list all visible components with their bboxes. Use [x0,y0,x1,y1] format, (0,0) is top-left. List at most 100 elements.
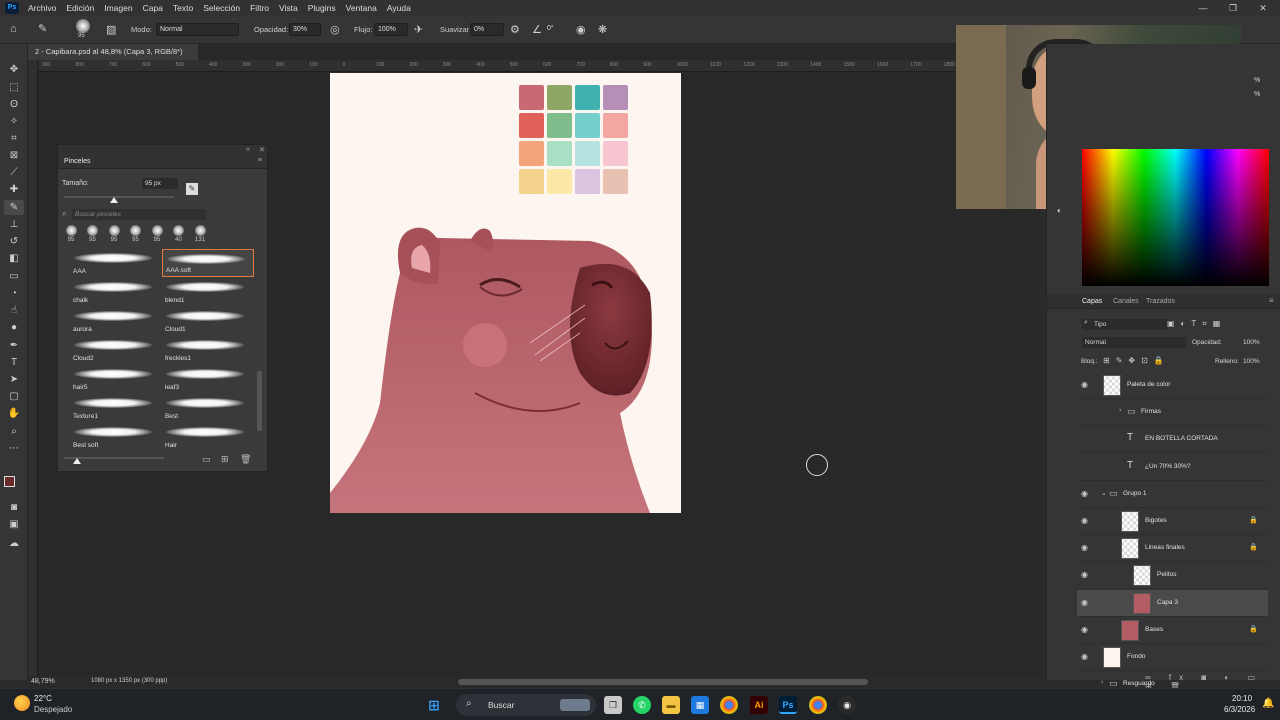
delete-brush-trash-icon[interactable]: 🗑 [240,454,251,465]
collapse-icon[interactable]: « [246,146,250,153]
minimize-icon[interactable]: — [1190,0,1216,16]
brush-preset[interactable]: AAA soft [162,249,254,277]
home-icon[interactable]: ⌂ [10,23,17,35]
layer-name[interactable]: Lineas finales [1145,544,1185,551]
dodge-tool-icon[interactable]: ● [4,320,24,335]
foreground-color-swatch[interactable] [4,476,15,487]
angle-field[interactable]: 0° [544,23,568,36]
symmetry-icon[interactable]: ❋ [598,23,607,36]
brush-edit-icon[interactable]: ✎ [186,183,198,195]
obs-icon[interactable]: ◉ [838,696,856,714]
weather-desc[interactable]: Despejado [34,705,72,714]
document-dimensions[interactable]: 1080 px x 1350 px (300 ppp) [91,678,167,684]
tab-trazados[interactable]: Trazados [1146,298,1175,305]
close-icon[interactable]: ✕ [1250,0,1276,16]
panel-close-icon[interactable]: ✕ [259,146,265,154]
opacity-field[interactable]: 30% [289,23,321,36]
taskbar-search[interactable]: ⌕ Buscar [456,694,596,716]
new-brush-icon[interactable]: ⊞ [221,454,229,465]
layer-row[interactable]: › ▭ Firmas [1077,399,1268,427]
pressure-opacity-icon[interactable]: ◎ [330,23,340,36]
chrome-profile-icon[interactable] [809,696,827,714]
brushes-panel-title[interactable]: Pinceles [64,158,90,165]
tab-canales[interactable]: Canales [1113,298,1139,305]
eye-icon[interactable]: ◉ [1081,652,1088,661]
store-icon[interactable]: ▦ [691,696,709,714]
layer-name[interactable]: Bases [1145,626,1163,633]
brush-preview-icon[interactable] [76,19,90,33]
brush-preset[interactable]: hair5 [70,365,162,393]
file-explorer-icon[interactable]: ▬ [662,696,680,714]
layer-row[interactable]: ◉ Pelitos [1077,562,1268,590]
brush-tool-icon[interactable]: ✎ [38,22,47,35]
task-view-icon[interactable]: ❐ [604,696,622,714]
windows-start-icon[interactable]: ⊞ [425,696,443,714]
recent-brush-tip[interactable]: 95 [105,225,123,243]
expand-chevron-icon[interactable]: › [1119,407,1121,414]
eye-icon[interactable]: ◉ [1081,625,1088,634]
layer-row[interactable]: ◉ Lineas finales 🔒 [1077,535,1268,563]
horizontal-scrollbar[interactable] [458,679,868,685]
eye-icon[interactable]: ◉ [1081,598,1088,607]
layer-name[interactable]: Pelitos [1157,571,1177,578]
layer-name[interactable]: EN BOTELLA CORTADA [1145,435,1218,442]
eyedropper-tool-icon[interactable]: ⟋ [4,165,24,180]
brush-preset[interactable]: leaf3 [162,365,254,393]
eraser-tool-icon[interactable]: ◧ [4,251,24,266]
size-slider-track[interactable] [64,196,174,198]
menu-seleccion[interactable]: Selección [198,3,245,13]
pressure-size-icon[interactable]: ◉ [576,23,586,36]
menu-capa[interactable]: Capa [138,3,168,13]
menu-plugins[interactable]: Plugins [303,3,341,13]
layer-row[interactable]: ◉ Bases 🔒 [1077,617,1268,644]
marquee-tool-icon[interactable]: ⬚ [4,80,24,95]
clock-time[interactable]: 20:10 [1232,694,1252,703]
menu-archivo[interactable]: Archivo [23,3,61,13]
brush-list-scrollbar[interactable] [257,371,262,431]
rectangle-tool-icon[interactable]: ▢ [4,389,24,404]
layer-row[interactable]: ◉ ⌄ ▭ Grupo 1 [1077,481,1268,508]
chrome-icon[interactable] [720,696,738,714]
gradient-tool-icon[interactable]: ▭ [4,269,24,284]
flow-field[interactable]: 100% [374,23,408,36]
layer-name[interactable]: Grupo 1 [1123,490,1147,497]
layer-name[interactable]: Capa 3 [1157,599,1178,606]
layer-name[interactable]: ¿Un 70% 30%? [1145,463,1191,470]
whatsapp-icon[interactable]: ✆ [633,696,651,714]
layer-row[interactable]: T ¿Un 70% 30%? [1077,454,1268,481]
brush-search-input[interactable]: Buscar pinceles [72,209,206,220]
smoothing-options-gear-icon[interactable]: ⚙ [510,23,520,36]
layer-filter-select[interactable]: Tipo [1082,319,1168,330]
recent-brush-tip[interactable]: 95 [148,225,166,243]
layer-row[interactable]: ◉ Paleta de color [1077,372,1268,399]
recent-brush-tip[interactable]: 40 [170,225,188,243]
recent-brush-tip[interactable]: 95 [127,225,145,243]
restore-icon[interactable]: ❐ [1220,0,1246,16]
path-selection-icon[interactable]: ➤ [4,372,24,387]
recent-brush-tip[interactable]: 131 [191,225,209,243]
smoothing-field[interactable]: 0% [470,23,504,36]
mode-select[interactable]: Normal [156,23,239,36]
menu-ayuda[interactable]: Ayuda [382,3,416,13]
healing-brush-icon[interactable]: ✚ [4,182,24,197]
zoom-level[interactable]: 48,79% [31,678,55,685]
magic-wand-tool-icon[interactable]: ✧ [4,114,24,129]
panel-menu-icon[interactable]: ≡ [258,157,262,164]
size-field[interactable]: 95 px [142,178,178,189]
brush-preset[interactable]: Hair [162,423,254,451]
move-tool-icon[interactable]: ✥ [4,62,24,77]
preview-size-thumb[interactable] [73,458,81,464]
brush-preset[interactable]: Cloud2 [70,336,162,364]
layer-row[interactable]: T EN BOTELLA CORTADA [1077,426,1268,454]
color-spectrum[interactable] [1082,149,1269,286]
layer-name[interactable]: Bigotes [1145,517,1167,524]
size-slider-thumb[interactable] [110,197,118,203]
brush-preset[interactable]: Best soft [70,423,162,451]
pen-tool-icon[interactable]: ✒ [4,338,24,353]
expand-chevron-icon[interactable]: › [1101,679,1103,686]
layers-menu-icon[interactable]: ≡ [1269,296,1274,305]
smudge-tool-icon[interactable]: ☝ [4,303,24,318]
more-tools-icon[interactable]: ⋯ [4,441,24,456]
menu-ventana[interactable]: Ventana [341,3,382,13]
eye-icon[interactable]: ◉ [1081,489,1088,498]
